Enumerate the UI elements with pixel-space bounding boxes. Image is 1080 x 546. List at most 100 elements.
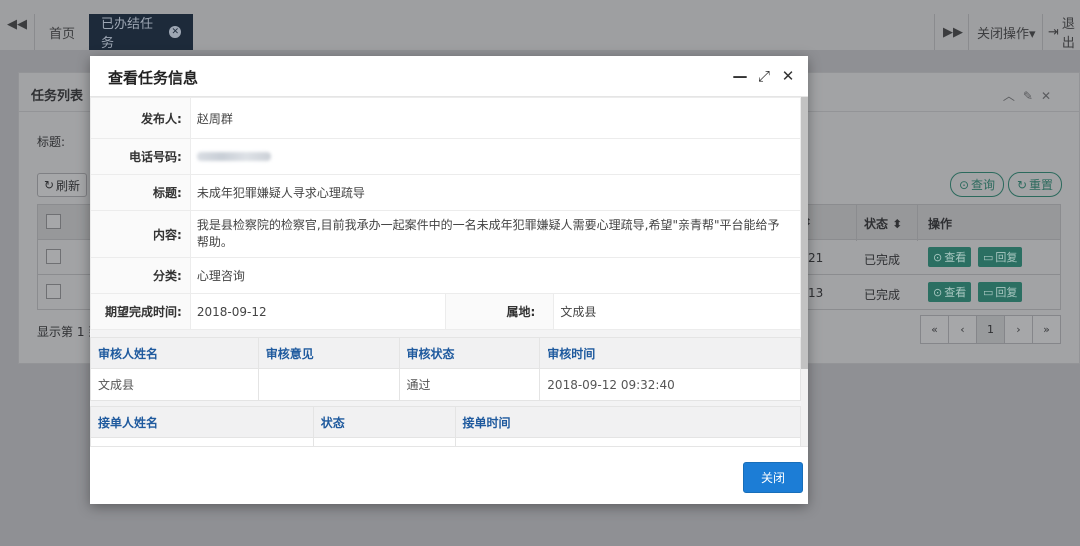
redacted-phone bbox=[196, 151, 271, 161]
table-row bbox=[90, 437, 801, 446]
reply-label: 回复 bbox=[995, 251, 1018, 264]
reply-button[interactable]: ▭ 回复 bbox=[978, 247, 1023, 267]
reset-icon: ↻ bbox=[1016, 177, 1028, 192]
task-detail-modal: 查看任务信息 — ⤢ ✕ 发布人: 赵周群 电话号码: 标题: 未成年犯罪嫌疑人… bbox=[90, 56, 808, 504]
divider bbox=[968, 14, 969, 50]
refresh-label: 刷新 bbox=[56, 178, 81, 193]
publisher-label: 发布人: bbox=[90, 97, 191, 139]
first-page-button[interactable]: « bbox=[920, 315, 949, 344]
accept-header-status: 状态 bbox=[312, 406, 456, 438]
location-label: 属地: bbox=[445, 293, 555, 330]
divider bbox=[1042, 14, 1043, 50]
refresh-button[interactable]: ↻ 刷新 bbox=[37, 173, 87, 197]
panel-title: 任务列表 bbox=[31, 89, 84, 104]
view-button[interactable]: ⊙ 查看 bbox=[928, 247, 972, 267]
panel-tools: ︿✎✕ bbox=[1003, 87, 1059, 104]
divider bbox=[856, 205, 857, 241]
review-header-name: 审核人姓名 bbox=[90, 337, 259, 369]
accept-header-time: 接单时间 bbox=[454, 406, 801, 438]
modal-body: 发布人: 赵周群 电话号码: 标题: 未成年犯罪嫌疑人寻求心理疏导 内容: 我是… bbox=[90, 97, 808, 446]
modal-header: 查看任务信息 — ⤢ ✕ bbox=[90, 56, 808, 97]
tab-home[interactable]: 首页 bbox=[37, 14, 87, 50]
logout-icon: ⇥ bbox=[1048, 24, 1059, 40]
review-status: 通过 bbox=[398, 368, 541, 401]
row-status: 已完成 bbox=[864, 288, 901, 302]
search-icon: ⊙ bbox=[958, 177, 970, 192]
tab-completed-tasks[interactable]: 已办结任务 ✕ bbox=[89, 14, 193, 51]
reset-label: 重置 bbox=[1029, 178, 1054, 192]
content-label: 内容: bbox=[90, 210, 191, 258]
row-checkbox[interactable] bbox=[46, 249, 61, 264]
due-date-label: 期望完成时间: bbox=[90, 293, 191, 330]
task-info-table: 发布人: 赵周群 电话号码: 标题: 未成年犯罪嫌疑人寻求心理疏导 内容: 我是… bbox=[90, 97, 802, 330]
last-page-button[interactable]: » bbox=[1032, 315, 1061, 344]
subject-label: 标题: bbox=[90, 174, 191, 211]
reviewer-name: 文成县 bbox=[90, 368, 259, 401]
reply-button[interactable]: ▭ 回复 bbox=[978, 282, 1023, 302]
view-label: 查看 bbox=[944, 286, 967, 299]
reply-label: 回复 bbox=[995, 286, 1018, 299]
due-date-value: 2018-09-12 bbox=[189, 293, 447, 330]
scrollbar-thumb[interactable] bbox=[801, 97, 808, 369]
close-icon[interactable]: ✕ bbox=[1041, 89, 1059, 103]
close-button[interactable]: 关闭 bbox=[743, 462, 803, 493]
wrench-icon[interactable]: ✎ bbox=[1023, 89, 1041, 103]
collapse-icon[interactable]: ︿ bbox=[1003, 89, 1023, 103]
modal-title: 查看任务信息 bbox=[108, 69, 199, 87]
next-page-button[interactable]: › bbox=[1004, 315, 1033, 344]
review-header-time: 审核时间 bbox=[539, 337, 801, 369]
row-time: 13 bbox=[808, 286, 824, 300]
subject-value: 未成年犯罪嫌疑人寻求心理疏导 bbox=[189, 174, 802, 211]
refresh-icon: ↻ bbox=[43, 178, 55, 192]
accept-header-name: 接单人姓名 bbox=[90, 406, 314, 438]
review-header-status: 审核状态 bbox=[398, 337, 541, 369]
actions-column-header: 操作 bbox=[928, 217, 953, 231]
divider bbox=[34, 14, 35, 50]
pagination: « ‹ 1 › » bbox=[920, 315, 1061, 344]
prev-page-button[interactable]: ‹ bbox=[948, 315, 977, 344]
logout-label: 退出 bbox=[1061, 17, 1075, 51]
row-time: 21 bbox=[808, 251, 824, 265]
modal-footer: 关闭 bbox=[90, 446, 808, 504]
category-label: 分类: bbox=[90, 257, 191, 294]
tab-home-label: 首页 bbox=[49, 26, 76, 42]
close-operations-label: 关闭操作▾ bbox=[977, 26, 1036, 42]
select-all-checkbox[interactable] bbox=[46, 214, 61, 229]
row-status: 已完成 bbox=[864, 253, 901, 267]
view-button[interactable]: ⊙ 查看 bbox=[928, 282, 972, 302]
double-right-arrow-icon[interactable]: ▶▶ bbox=[936, 14, 970, 50]
query-label: 查询 bbox=[971, 178, 996, 192]
location-value: 文成县 bbox=[553, 293, 801, 330]
review-table: 审核人姓名 审核意见 审核状态 审核时间 文成县 通过 2018-09-12 0… bbox=[90, 337, 801, 401]
filter-label: 标题: bbox=[37, 135, 66, 149]
view-label: 查看 bbox=[944, 251, 967, 264]
close-icon[interactable]: ✕ bbox=[780, 66, 796, 86]
status-column-header[interactable]: 状态 ⬍ bbox=[864, 215, 902, 232]
logout-button[interactable]: ⇥ 退出 bbox=[1048, 14, 1080, 51]
folder-icon: ▭ bbox=[983, 285, 994, 299]
divider bbox=[917, 205, 918, 241]
status-column-label: 状态 bbox=[864, 217, 889, 231]
category-value: 心理咨询 bbox=[189, 257, 802, 294]
folder-icon: ▭ bbox=[983, 250, 994, 264]
tab-completed-tasks-label: 已办结任务 bbox=[101, 17, 154, 51]
review-header-opinion: 审核意见 bbox=[257, 337, 400, 369]
review-opinion bbox=[257, 368, 400, 401]
page-1-button[interactable]: 1 bbox=[976, 315, 1005, 344]
query-button[interactable]: ⊙ 查询 bbox=[950, 172, 1004, 197]
search-icon: ⊙ bbox=[933, 250, 943, 264]
top-nav-bar: ◀◀ 首页 已办结任务 ✕ ▶▶ 关闭操作▾ ⇥ 退出 bbox=[0, 0, 1080, 51]
double-left-arrow-icon[interactable]: ◀◀ bbox=[0, 0, 34, 48]
accept-table: 接单人姓名 状态 接单时间 bbox=[90, 406, 801, 446]
close-operations-menu[interactable]: 关闭操作▾ bbox=[977, 14, 1036, 50]
maximize-icon[interactable]: ⤢ bbox=[756, 66, 772, 86]
phone-label: 电话号码: bbox=[90, 138, 191, 175]
content-value: 我是县检察院的检察官,目前我承办一起案件中的一名未成年犯罪嫌疑人需要心理疏导,希… bbox=[189, 210, 802, 258]
publisher-value: 赵周群 bbox=[189, 97, 802, 139]
minimize-icon[interactable]: — bbox=[732, 66, 748, 86]
close-tab-icon[interactable]: ✕ bbox=[169, 26, 181, 38]
reset-button[interactable]: ↻ 重置 bbox=[1008, 172, 1062, 197]
row-checkbox[interactable] bbox=[46, 284, 61, 299]
review-time: 2018-09-12 09:32:40 bbox=[539, 368, 801, 401]
table-row: 文成县 通过 2018-09-12 09:32:40 bbox=[90, 368, 801, 401]
